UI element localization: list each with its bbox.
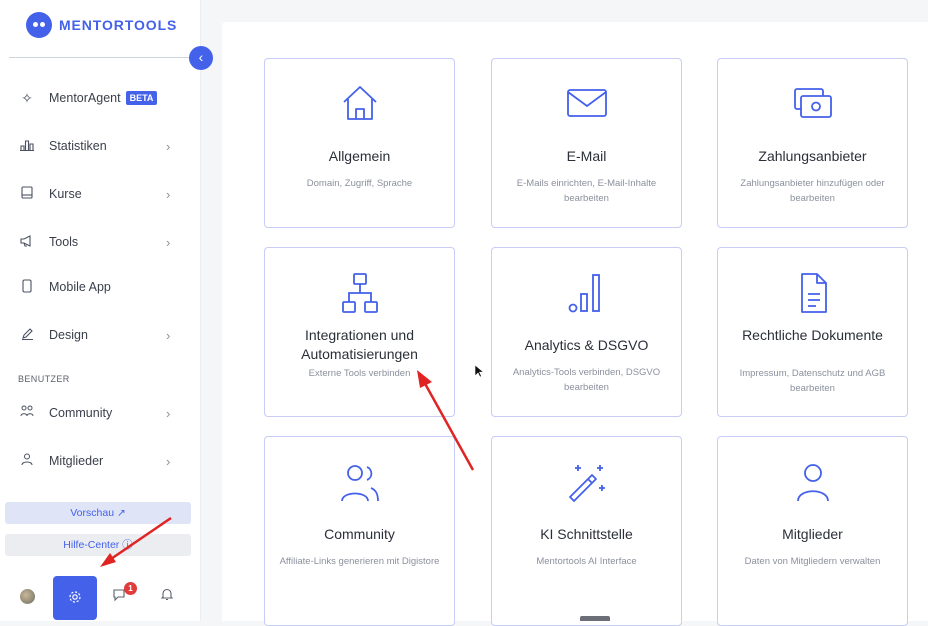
preview-button[interactable]: Vorschau ↗: [5, 502, 191, 524]
card-community[interactable]: Community Affiliate-Links generieren mit…: [264, 436, 455, 626]
sidebar-item-mobile-app[interactable]: Mobile App: [0, 267, 200, 307]
person-icon: [18, 453, 36, 469]
card-mitglieder[interactable]: Mitglieder Daten von Mitgliedern verwalt…: [717, 436, 908, 626]
chevron-right-icon: ›: [166, 327, 171, 343]
card-description: Daten von Mitgliedern verwalten: [744, 556, 881, 567]
card-title: Integrationen und Automatisierungen: [301, 327, 418, 362]
card-rechtliche-dokumente[interactable]: Rechtliche Dokumente Impressum, Datensch…: [717, 247, 908, 417]
analytics-icon: [492, 272, 681, 316]
card-title: Zahlungsanbieter: [758, 148, 867, 164]
sidebar-item-design[interactable]: Design ›: [0, 315, 200, 355]
card-title: Analytics & DSGVO: [524, 337, 649, 353]
gear-icon: [69, 591, 81, 603]
sidebar-item-label: MentorAgent: [49, 91, 121, 105]
sidebar-item-tools[interactable]: Tools ›: [0, 222, 200, 262]
card-description: Externe Tools verbinden: [308, 368, 411, 379]
sidebar-item-mentoragent[interactable]: ✧ MentorAgent BETA: [0, 78, 200, 118]
card-title: Community: [324, 526, 395, 542]
scrollbar-thumb[interactable]: [580, 616, 610, 621]
card-title: KI Schnittstelle: [540, 526, 633, 542]
help-center-button[interactable]: Hilfe-Center ⓘ: [5, 534, 191, 556]
settings-panel: Allgemein Domain, Zugriff, Sprache E-Mai…: [222, 22, 928, 626]
sidebar-item-label: Mobile App: [49, 280, 111, 294]
settings-button[interactable]: [53, 576, 97, 620]
sidebar-bottom-bar: 1: [0, 576, 200, 621]
card-integrationen[interactable]: Integrationen und Automatisierungen Exte…: [264, 247, 455, 417]
sidebar: MENTORTOOLS ✧ MentorAgent BETA Statistike…: [0, 0, 201, 621]
sidebar-item-mitglieder[interactable]: Mitglieder ›: [0, 441, 200, 481]
section-label-benutzer: BENUTZER: [18, 374, 70, 384]
logo-text: MENTORTOOLS: [59, 17, 178, 33]
card-description: Affiliate-Links generieren mit Digistore: [279, 556, 440, 567]
chevron-right-icon: ›: [166, 234, 171, 250]
card-title: Allgemein: [328, 148, 391, 164]
document-icon: [718, 272, 907, 316]
network-icon: [265, 272, 454, 316]
sparkle-icon: ✧: [21, 89, 33, 106]
logo[interactable]: MENTORTOOLS: [26, 12, 177, 38]
notification-badge: 1: [124, 582, 137, 595]
card-analytics[interactable]: Analytics & DSGVO Analytics-Tools verbin…: [491, 247, 682, 417]
card-description: Mentortools AI Interface: [536, 556, 637, 567]
sidebar-item-label: Design: [49, 328, 88, 342]
card-email[interactable]: E-Mail E-Mails einrichten, E-Mail-Inhalt…: [491, 58, 682, 228]
card-title: Mitglieder: [782, 526, 843, 542]
sidebar-item-label: Kurse: [49, 187, 82, 201]
chevron-right-icon: ›: [166, 405, 171, 421]
megaphone-icon: [18, 234, 36, 250]
card-description: Impressum, Datenschutz und AGB bearbeite…: [739, 368, 886, 394]
logo-icon: [26, 12, 52, 38]
bell-icon[interactable]: [160, 588, 174, 604]
sidebar-item-label: Tools: [49, 235, 79, 249]
beta-badge: BETA: [125, 91, 158, 105]
money-icon: [718, 83, 907, 127]
sidebar-item-label: Community: [49, 406, 113, 420]
chevron-left-icon: ‹: [198, 49, 204, 65]
card-description: E-Mails einrichten, E-Mail-Inhalte bearb…: [516, 178, 657, 204]
card-description: Zahlungsanbieter hinzufügen oder bearbei…: [740, 178, 885, 204]
card-title: E-Mail: [566, 148, 607, 164]
card-description: Domain, Zugriff, Sprache: [306, 178, 413, 189]
book-icon: [18, 186, 36, 202]
sidebar-item-label: Statistiken: [49, 139, 107, 153]
sidebar-divider: [9, 57, 193, 58]
card-zahlungsanbieter[interactable]: Zahlungsanbieter Zahlungsanbieter hinzuf…: [717, 58, 908, 228]
sidebar-item-community[interactable]: Community ›: [0, 393, 200, 433]
sidebar-item-statistiken[interactable]: Statistiken ›: [0, 126, 200, 166]
card-title: Rechtliche Dokumente: [742, 327, 883, 343]
people-icon: [18, 405, 36, 421]
card-allgemein[interactable]: Allgemein Domain, Zugriff, Sprache: [264, 58, 455, 228]
chevron-right-icon: ›: [166, 453, 171, 469]
avatar[interactable]: [20, 589, 35, 604]
chevron-right-icon: ›: [166, 186, 171, 202]
card-description: Analytics-Tools verbinden, DSGVO bearbei…: [512, 367, 661, 393]
house-icon: [265, 83, 454, 127]
chevron-right-icon: ›: [166, 138, 171, 154]
bar-chart-icon: [18, 138, 36, 154]
envelope-icon: [492, 83, 681, 127]
pen-icon: [18, 327, 36, 343]
magic-wand-icon: [492, 461, 681, 505]
card-ki-schnittstelle[interactable]: KI Schnittstelle Mentortools AI Interfac…: [491, 436, 682, 626]
phone-icon: [18, 278, 36, 296]
community-icon: [265, 461, 454, 505]
sidebar-item-label: Mitglieder: [49, 454, 104, 468]
sidebar-item-kurse[interactable]: Kurse ›: [0, 174, 200, 214]
collapse-sidebar-button[interactable]: ‹: [189, 46, 213, 70]
member-icon: [718, 461, 907, 505]
